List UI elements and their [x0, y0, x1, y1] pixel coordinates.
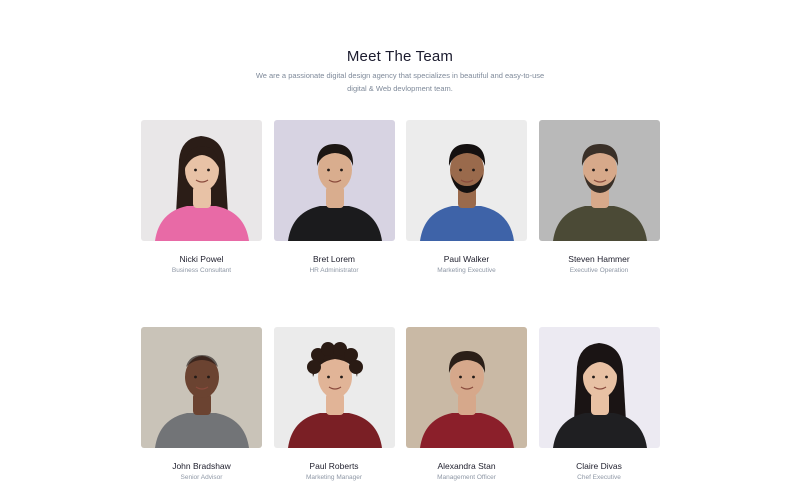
portrait-image [273, 327, 395, 448]
team-member-photo [141, 120, 262, 241]
team-member-role: Marketing Manager [306, 474, 362, 481]
portrait-image [538, 327, 660, 448]
portrait-image [538, 120, 660, 241]
team-member-name: Steven Hammer [568, 254, 630, 264]
team-member-role: Marketing Executive [437, 267, 496, 274]
portrait-image [273, 120, 395, 241]
team-member-name: Alexandra Stan [437, 461, 496, 471]
team-member-photo [406, 327, 527, 448]
team-grid: Nicki Powel Business Consultant Bret Lorem… [141, 120, 660, 481]
team-member-name: Claire Divas [576, 461, 622, 471]
team-member-name: Nicki Powel [179, 254, 224, 264]
team-member-card[interactable]: Steven Hammer Executive Operation [538, 120, 660, 274]
team-member-card[interactable]: Claire Divas Chef Executive [538, 327, 660, 481]
team-member-role: Executive Operation [569, 267, 629, 274]
team-member-card[interactable]: Paul Roberts Marketing Manager [273, 327, 395, 481]
portrait-image [406, 120, 527, 241]
team-member-card[interactable]: John Bradshaw Senior Advisor [141, 327, 262, 481]
team-member-photo [538, 120, 660, 241]
team-member-name: Paul Walker [443, 254, 490, 264]
team-member-role: Chef Executive [577, 474, 621, 481]
portrait-image [141, 327, 262, 448]
team-member-role: Business Consultant [171, 267, 232, 274]
team-member-card[interactable]: Nicki Powel Business Consultant [141, 120, 262, 274]
team-member-card[interactable]: Bret Lorem HR Administrator [273, 120, 395, 274]
team-member-photo [406, 120, 527, 241]
portrait-image [141, 120, 262, 241]
team-member-photo [141, 327, 262, 448]
team-member-name: John Bradshaw [172, 461, 231, 471]
section-title: Meet The Team [346, 48, 454, 65]
team-member-card[interactable]: Alexandra Stan Management Officer [406, 327, 527, 481]
section-subtitle: We are a passionate digital design agenc… [255, 71, 545, 93]
team-member-role: Management Officer [437, 474, 496, 481]
team-section: Meet The Team We are a passionate digita… [0, 0, 800, 500]
team-member-card[interactable]: Paul Walker Marketing Executive [406, 120, 527, 274]
team-member-name: Paul Roberts [309, 461, 359, 471]
team-member-role: HR Administrator [309, 267, 359, 274]
team-member-role: Senior Advisor [180, 474, 223, 481]
team-member-photo [538, 327, 660, 448]
portrait-image [406, 327, 527, 448]
team-member-name: Bret Lorem [312, 254, 356, 264]
team-member-photo [273, 120, 395, 241]
team-member-photo [273, 327, 395, 448]
